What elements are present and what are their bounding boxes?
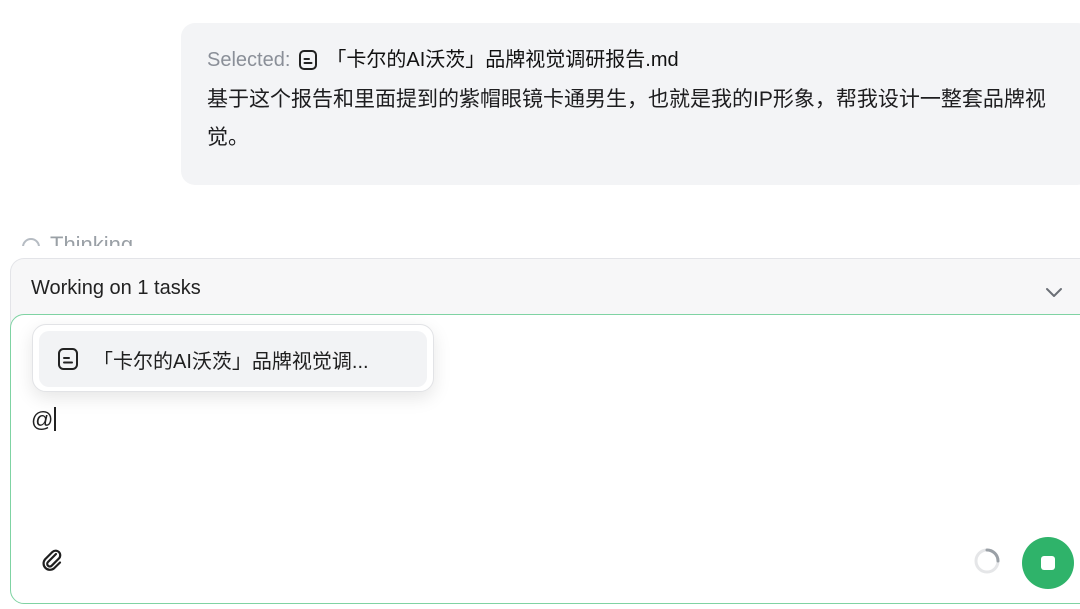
mention-option[interactable]: 「卡尔的AI沃茨」品牌视觉调... <box>39 331 427 387</box>
selected-file-name[interactable]: 「卡尔的AI沃茨」品牌视觉调研报告.md <box>326 47 678 73</box>
composer-input[interactable]: @ <box>31 407 57 433</box>
chevron-down-icon[interactable] <box>1043 281 1065 303</box>
message-text: 基于这个报告和里面提到的紫帽眼镜卡通男生，也就是我的IP形象，帮我设计一整套品牌… <box>207 88 1046 149</box>
stop-button[interactable] <box>1022 537 1074 589</box>
selected-file-line: Selected: 「卡尔的AI沃茨」品牌视觉调研报告.md <box>207 47 1065 73</box>
thinking-indicator[interactable]: Thinking <box>22 232 133 246</box>
document-icon <box>298 49 318 71</box>
document-icon <box>57 347 79 371</box>
text-caret <box>54 407 57 431</box>
paperclip-icon[interactable] <box>39 547 65 573</box>
selected-prefix: Selected: <box>207 49 291 71</box>
mention-option-label: 「卡尔的AI沃茨」品牌视觉调... <box>93 350 369 373</box>
thinking-spinner-icon <box>22 238 40 246</box>
user-message-bubble: Selected: 「卡尔的AI沃茨」品牌视觉调研报告.md 基于这个报告和里面… <box>181 23 1080 185</box>
tasks-label: Working on 1 tasks <box>31 277 201 299</box>
composer-input-value: @ <box>31 407 54 432</box>
mention-popup: 「卡尔的AI沃茨」品牌视觉调... <box>32 324 434 392</box>
stop-icon <box>1041 556 1055 570</box>
thinking-label: Thinking <box>50 232 134 246</box>
chat-view: Selected: 「卡尔的AI沃茨」品牌视觉调研报告.md 基于这个报告和里面… <box>0 0 1080 609</box>
spinner-icon <box>974 548 1000 574</box>
